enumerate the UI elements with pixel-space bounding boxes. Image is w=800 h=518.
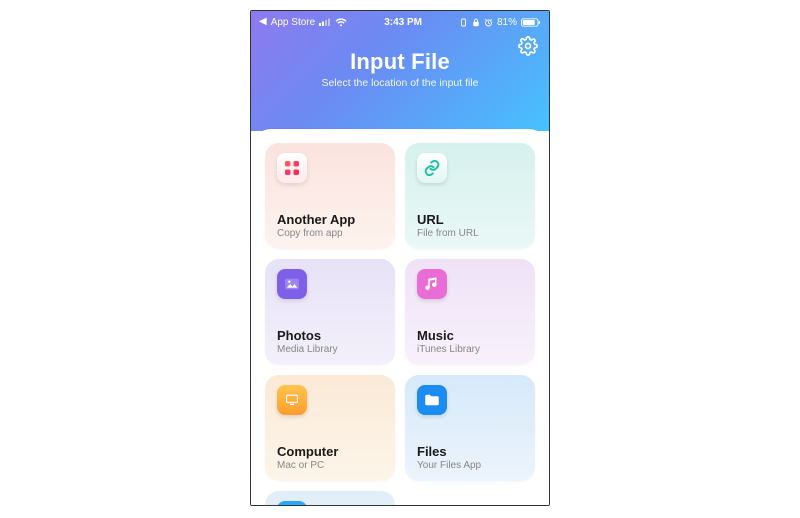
link-icon xyxy=(417,153,447,183)
card-label: Photos xyxy=(277,328,383,343)
signal-icon xyxy=(319,18,331,26)
card-computer[interactable]: Computer Mac or PC xyxy=(265,375,395,481)
settings-button[interactable] xyxy=(517,35,539,57)
card-another-app[interactable]: Another App Copy from app xyxy=(265,143,395,249)
card-label: Files xyxy=(417,444,523,459)
card-label: URL xyxy=(417,212,523,227)
clock-icon xyxy=(277,501,307,506)
photos-icon xyxy=(277,269,307,299)
back-app-label[interactable]: App Store xyxy=(271,17,315,28)
status-bar: ◀ App Store 3:43 PM xyxy=(251,11,549,31)
card-files[interactable]: Files Your Files App xyxy=(405,375,535,481)
apps-icon xyxy=(277,153,307,183)
card-sub: Your Files App xyxy=(417,460,523,471)
title-wrap: Input File Select the location of the in… xyxy=(251,49,549,89)
card-history[interactable]: History xyxy=(265,491,395,506)
battery-pct: 81% xyxy=(497,17,517,28)
status-right: 81% xyxy=(459,17,541,28)
card-sub: iTunes Library xyxy=(417,344,523,355)
content-sheet: Another App Copy from app URL File from … xyxy=(251,129,549,505)
lock-icon xyxy=(472,18,480,27)
card-sub: Media Library xyxy=(277,344,383,355)
card-label: Music xyxy=(417,328,523,343)
phone-frame: ◀ App Store 3:43 PM xyxy=(250,10,550,506)
back-arrow-icon[interactable]: ◀ xyxy=(259,17,267,27)
wifi-icon xyxy=(335,18,347,27)
card-sub: Mac or PC xyxy=(277,460,383,471)
card-url[interactable]: URL File from URL xyxy=(405,143,535,249)
page-title: Input File xyxy=(251,49,549,75)
alarm-icon xyxy=(484,18,493,27)
card-sub: File from URL xyxy=(417,228,523,239)
status-time: 3:43 PM xyxy=(384,17,422,28)
music-icon xyxy=(417,269,447,299)
card-label: Computer xyxy=(277,444,383,459)
page-subtitle: Select the location of the input file xyxy=(251,77,549,89)
status-left: ◀ App Store xyxy=(259,17,347,28)
header-gradient: ◀ App Store 3:43 PM xyxy=(251,11,549,131)
gear-icon xyxy=(518,36,538,56)
card-sub: Copy from app xyxy=(277,228,383,239)
portrait-lock-icon xyxy=(459,18,468,27)
computer-icon xyxy=(277,385,307,415)
card-photos[interactable]: Photos Media Library xyxy=(265,259,395,365)
battery-icon xyxy=(521,18,541,27)
card-music[interactable]: Music iTunes Library xyxy=(405,259,535,365)
folder-icon xyxy=(417,385,447,415)
card-label: Another App xyxy=(277,212,383,227)
source-grid: Another App Copy from app URL File from … xyxy=(265,143,535,506)
